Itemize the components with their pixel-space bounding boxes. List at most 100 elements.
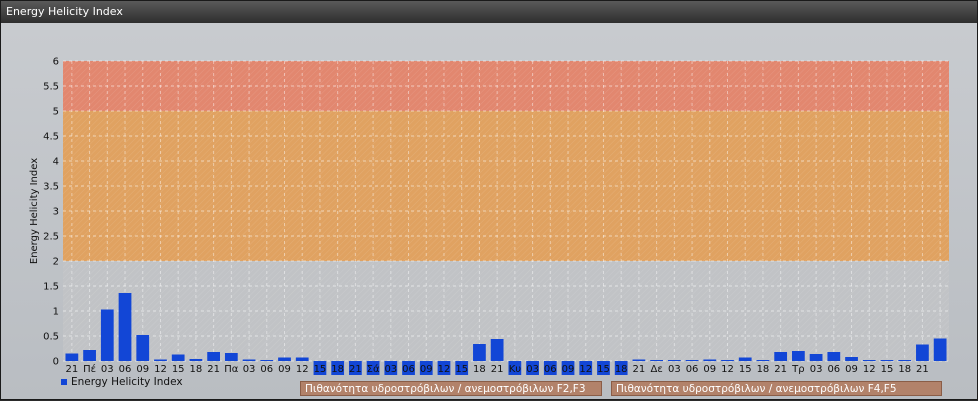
x-tick-label: 12 [438, 364, 451, 375]
x-tick-label: 06 [402, 364, 415, 375]
bar-2 [100, 309, 114, 361]
bar-11 [260, 360, 274, 361]
x-tick-label: Σά [367, 363, 380, 375]
x-tick-label: Τρ [791, 364, 804, 375]
bar-41 [792, 351, 805, 361]
bar-42 [809, 354, 823, 361]
x-tick-label: 03 [668, 364, 681, 375]
x-tick-label: 18 [331, 364, 344, 375]
x-tick-label: Πα [224, 364, 239, 375]
y-axis-ticks: 0 0.5 1 1.5 2 2.5 3 3.5 4 4.5 5 5.5 6 [43, 57, 59, 368]
bar-12 [278, 357, 291, 361]
bar-6 [171, 354, 185, 361]
y-tick-label: 5.5 [43, 82, 59, 93]
y-tick-label: 4.5 [43, 132, 59, 143]
bar-46 [880, 360, 894, 361]
y-tick-label: 4 [53, 157, 59, 168]
x-tick-label: 09 [703, 364, 716, 375]
x-tick-label: 15 [172, 364, 185, 375]
y-tick-label: 1 [53, 307, 59, 318]
x-tick-label: 09 [845, 364, 858, 375]
bar-3 [118, 293, 132, 361]
bar-49 [933, 338, 947, 361]
x-tick-label: 06 [827, 364, 840, 375]
bar-34 [667, 360, 681, 361]
x-tick-label: 09 [278, 364, 291, 375]
x-tick-label: 06 [544, 364, 557, 375]
x-tick-label: Κυ [509, 364, 522, 375]
x-tick-label: 06 [260, 364, 273, 375]
y-tick-label: 6 [53, 57, 59, 68]
x-tick-label: 09 [136, 364, 149, 375]
bar-9 [224, 353, 238, 361]
x-tick-label: 21 [916, 364, 929, 375]
x-tick-label: 12 [579, 364, 592, 375]
window-title: Energy Helicity Index [6, 5, 123, 18]
chart-window: Energy Helicity Index 0 0.5 1 1.5 2 2.5 3 3.5 4 4… [0, 0, 978, 400]
x-tick-label: 03 [384, 364, 397, 375]
bar-35 [685, 360, 699, 361]
y-tick-label: 0 [53, 357, 59, 368]
title-bar: Energy Helicity Index [1, 1, 977, 23]
bar-45 [862, 360, 876, 361]
bar-33 [650, 360, 663, 361]
bar-44 [845, 357, 858, 361]
y-tick-label: 5 [53, 107, 59, 118]
x-tick-label: 03 [243, 364, 256, 375]
bar-5 [154, 359, 167, 361]
bar-24 [490, 339, 504, 361]
x-tick-label: 09 [562, 364, 575, 375]
y-tick-label: 2.5 [43, 232, 59, 243]
f4f5-probability-button[interactable]: Πιθανότητα υδροστρόβιλων / ανεμοστρόβιλω… [611, 381, 942, 396]
x-tick-label: 15 [597, 364, 610, 375]
bar-37 [721, 360, 734, 361]
bar-1 [83, 350, 96, 361]
x-tick-label: 15 [455, 364, 468, 375]
bar-10 [242, 359, 256, 361]
x-tick-label: 15 [739, 364, 752, 375]
y-tick-label: 1.5 [43, 282, 59, 293]
x-tick-label: 21 [65, 364, 78, 375]
bar-36 [703, 359, 717, 361]
x-tick-label: 21 [207, 364, 220, 375]
bar-23 [473, 344, 486, 361]
x-tick-label: 21 [349, 364, 362, 375]
x-tick-label: 21 [774, 364, 787, 375]
x-tick-label: 06 [686, 364, 699, 375]
bar-38 [738, 357, 752, 361]
bar-48 [916, 344, 929, 361]
x-axis-ticks: 21 Πέ 03 06 09 12 15 18 21 Πα 03 06 09 12 15 18 21 Σά 03 06… [65, 363, 928, 375]
bar-47 [898, 360, 912, 361]
x-tick-label: 12 [296, 364, 309, 375]
x-tick-label: 03 [810, 364, 823, 375]
x-tick-label: 18 [473, 364, 486, 375]
legend-swatch [61, 379, 67, 385]
bar-0 [65, 353, 79, 361]
bar-8 [207, 352, 220, 361]
ehi-chart: 0 0.5 1 1.5 2 2.5 3 3.5 4 4.5 5 5.5 6 21 Πέ 03 06 09 12 15… [29, 57, 949, 375]
legend-label: Energy Helicity Index [71, 376, 183, 388]
bar-32 [632, 359, 646, 361]
x-tick-label: 03 [526, 364, 539, 375]
bar-7 [189, 359, 203, 361]
x-tick-label: 03 [101, 364, 114, 375]
y-tick-label: 3 [53, 207, 59, 218]
y-axis-label: Energy Helicity Index [29, 158, 40, 264]
x-tick-label: 12 [721, 364, 734, 375]
bar-4 [136, 335, 150, 361]
x-tick-label: Δε [650, 364, 662, 375]
x-tick-label: 06 [119, 364, 132, 375]
bar-39 [756, 360, 770, 361]
f2f3-probability-button[interactable]: Πιθανότητα υδροστρόβιλων / ανεμοστρόβιλω… [300, 381, 602, 396]
x-tick-label: 15 [881, 364, 894, 375]
y-tick-label: 2 [53, 257, 59, 268]
bar-43 [827, 352, 841, 361]
y-tick-label: 3.5 [43, 182, 59, 193]
x-tick-label: 18 [898, 364, 911, 375]
x-tick-label: 12 [863, 364, 876, 375]
x-tick-label: 21 [633, 364, 646, 375]
x-tick-label: 09 [420, 364, 433, 375]
x-tick-label: 21 [491, 364, 504, 375]
y-tick-label: 0.5 [43, 332, 59, 343]
x-tick-label: 15 [314, 364, 327, 375]
